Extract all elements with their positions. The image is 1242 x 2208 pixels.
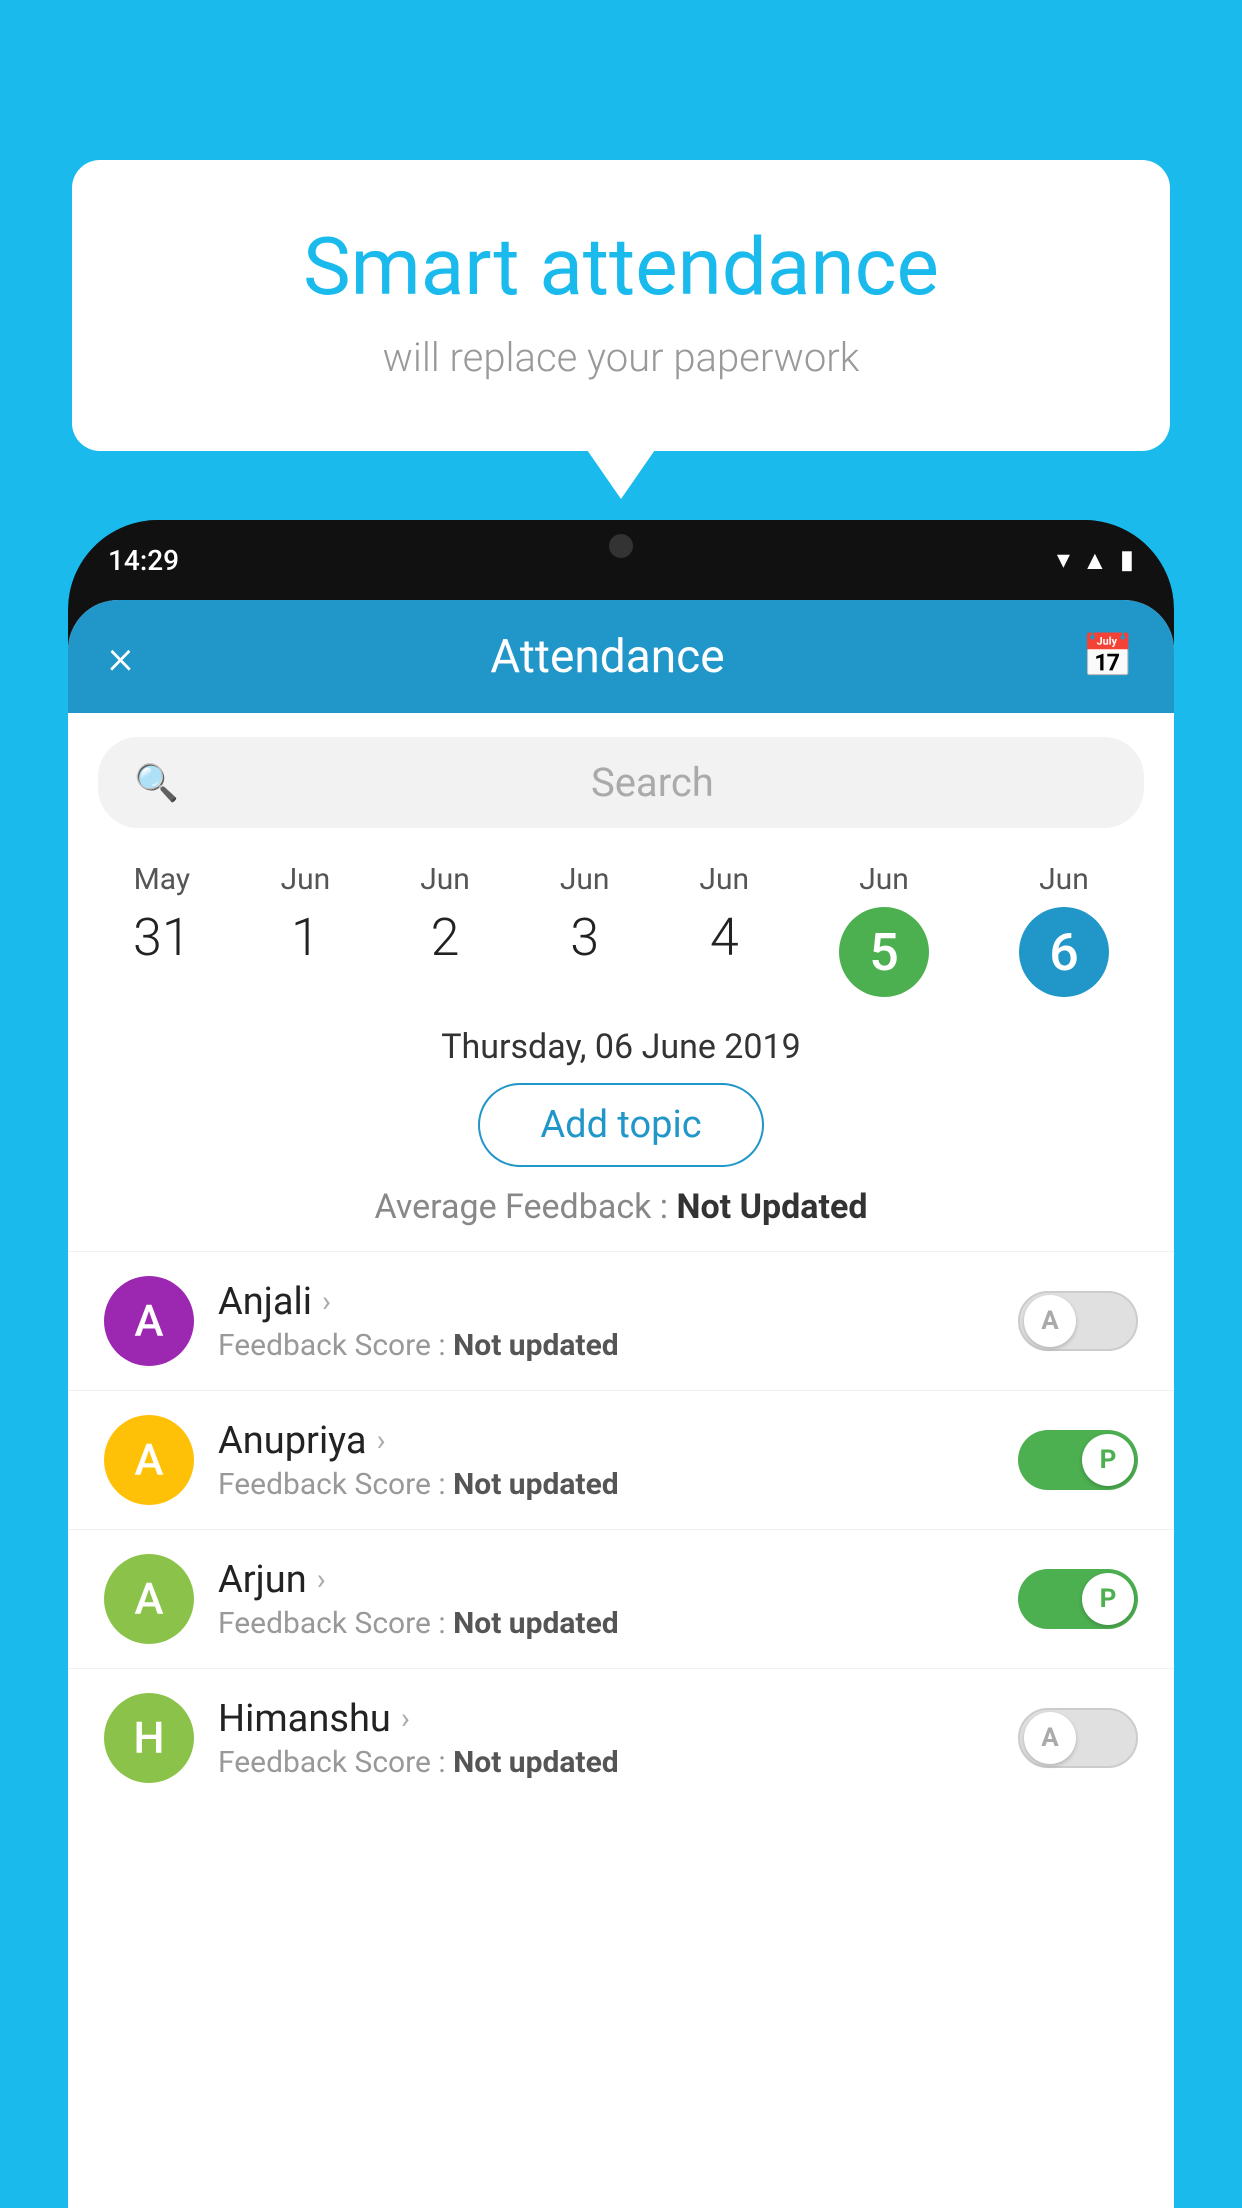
avatar-anupriya: A xyxy=(104,1415,194,1505)
student-list: A Anjali › Feedback Score : Not updated … xyxy=(68,1251,1174,2208)
speech-bubble: Smart attendance will replace your paper… xyxy=(72,160,1170,451)
calendar-icon[interactable]: 📅 xyxy=(1082,632,1134,681)
app-title: Attendance xyxy=(490,630,724,684)
avg-feedback-value: Not Updated xyxy=(676,1187,867,1227)
avatar-arjun: A xyxy=(104,1554,194,1644)
chevron-right-icon: › xyxy=(317,1562,326,1597)
add-topic-button[interactable]: Add topic xyxy=(478,1083,763,1167)
add-topic-label: Add topic xyxy=(540,1103,701,1147)
student-info-arjun: Arjun › Feedback Score : Not updated xyxy=(218,1558,994,1641)
toggle-knob-arjun: P xyxy=(1082,1573,1134,1625)
app-header: × Attendance 📅 xyxy=(68,600,1174,713)
date-jun5[interactable]: Jun 5 xyxy=(823,852,945,1007)
date-jun3[interactable]: Jun 3 xyxy=(544,852,626,1007)
toggle-arjun[interactable]: P xyxy=(1018,1569,1138,1629)
app-screen: × Attendance 📅 🔍 Search May 31 Jun 1 Jun… xyxy=(68,600,1174,2208)
date-may31[interactable]: May 31 xyxy=(117,852,207,1007)
student-feedback-anjali: Feedback Score : Not updated xyxy=(218,1328,994,1363)
status-icons: ▾ ▲ ▮ xyxy=(1057,545,1134,576)
toggle-himanshu[interactable]: A xyxy=(1018,1708,1138,1768)
camera-dot xyxy=(609,534,633,558)
search-icon: 🔍 xyxy=(134,762,179,804)
phone-time: 14:29 xyxy=(108,544,179,577)
toggle-knob-himanshu: A xyxy=(1024,1712,1076,1764)
student-name-anupriya: Anupriya › xyxy=(218,1419,994,1463)
student-item-anupriya[interactable]: A Anupriya › Feedback Score : Not update… xyxy=(68,1390,1174,1529)
search-placeholder: Search xyxy=(197,759,1108,806)
avatar-himanshu: H xyxy=(104,1693,194,1783)
bubble-subtitle: will replace your paperwork xyxy=(152,334,1090,381)
phone-notch xyxy=(561,520,681,575)
search-bar[interactable]: 🔍 Search xyxy=(98,737,1144,828)
student-item-arjun[interactable]: A Arjun › Feedback Score : Not updated P xyxy=(68,1529,1174,1668)
student-info-anjali: Anjali › Feedback Score : Not updated xyxy=(218,1280,994,1363)
chevron-right-icon: › xyxy=(377,1423,386,1458)
wifi-icon: ▾ xyxy=(1057,545,1070,575)
date-jun4[interactable]: Jun 4 xyxy=(683,852,765,1007)
selected-date: Thursday, 06 June 2019 xyxy=(68,1027,1174,1067)
student-name-arjun: Arjun › xyxy=(218,1558,994,1602)
date-jun2[interactable]: Jun 2 xyxy=(404,852,486,1007)
student-feedback-anupriya: Feedback Score : Not updated xyxy=(218,1467,994,1502)
chevron-right-icon: › xyxy=(401,1701,410,1736)
student-info-anupriya: Anupriya › Feedback Score : Not updated xyxy=(218,1419,994,1502)
average-feedback: Average Feedback : Not Updated xyxy=(68,1187,1174,1227)
phone-status-bar: 14:29 ▾ ▲ ▮ xyxy=(68,520,1174,600)
date-jun1[interactable]: Jun 1 xyxy=(265,852,347,1007)
signal-icon: ▲ xyxy=(1082,545,1108,576)
student-info-himanshu: Himanshu › Feedback Score : Not updated xyxy=(218,1697,994,1780)
close-button[interactable]: × xyxy=(108,628,133,685)
student-name-himanshu: Himanshu › xyxy=(218,1697,994,1741)
date-jun6[interactable]: Jun 6 xyxy=(1003,852,1125,1007)
phone-frame: 14:29 ▾ ▲ ▮ × Attendance 📅 🔍 Search May … xyxy=(68,520,1174,2208)
toggle-anjali[interactable]: A xyxy=(1018,1291,1138,1351)
bubble-title: Smart attendance xyxy=(152,220,1090,314)
battery-icon: ▮ xyxy=(1120,545,1134,575)
student-name-anjali: Anjali › xyxy=(218,1280,994,1324)
date-row: May 31 Jun 1 Jun 2 Jun 3 Jun 4 Jun 5 xyxy=(68,852,1174,1007)
avatar-anjali: A xyxy=(104,1276,194,1366)
student-item-anjali[interactable]: A Anjali › Feedback Score : Not updated … xyxy=(68,1251,1174,1390)
chevron-right-icon: › xyxy=(322,1284,331,1319)
toggle-knob-anjali: A xyxy=(1024,1295,1076,1347)
avg-feedback-label: Average Feedback : xyxy=(375,1187,669,1227)
toggle-anupriya[interactable]: P xyxy=(1018,1430,1138,1490)
student-item-himanshu[interactable]: H Himanshu › Feedback Score : Not update… xyxy=(68,1668,1174,1807)
toggle-knob-anupriya: P xyxy=(1082,1434,1134,1486)
student-feedback-himanshu: Feedback Score : Not updated xyxy=(218,1745,994,1780)
student-feedback-arjun: Feedback Score : Not updated xyxy=(218,1606,994,1641)
